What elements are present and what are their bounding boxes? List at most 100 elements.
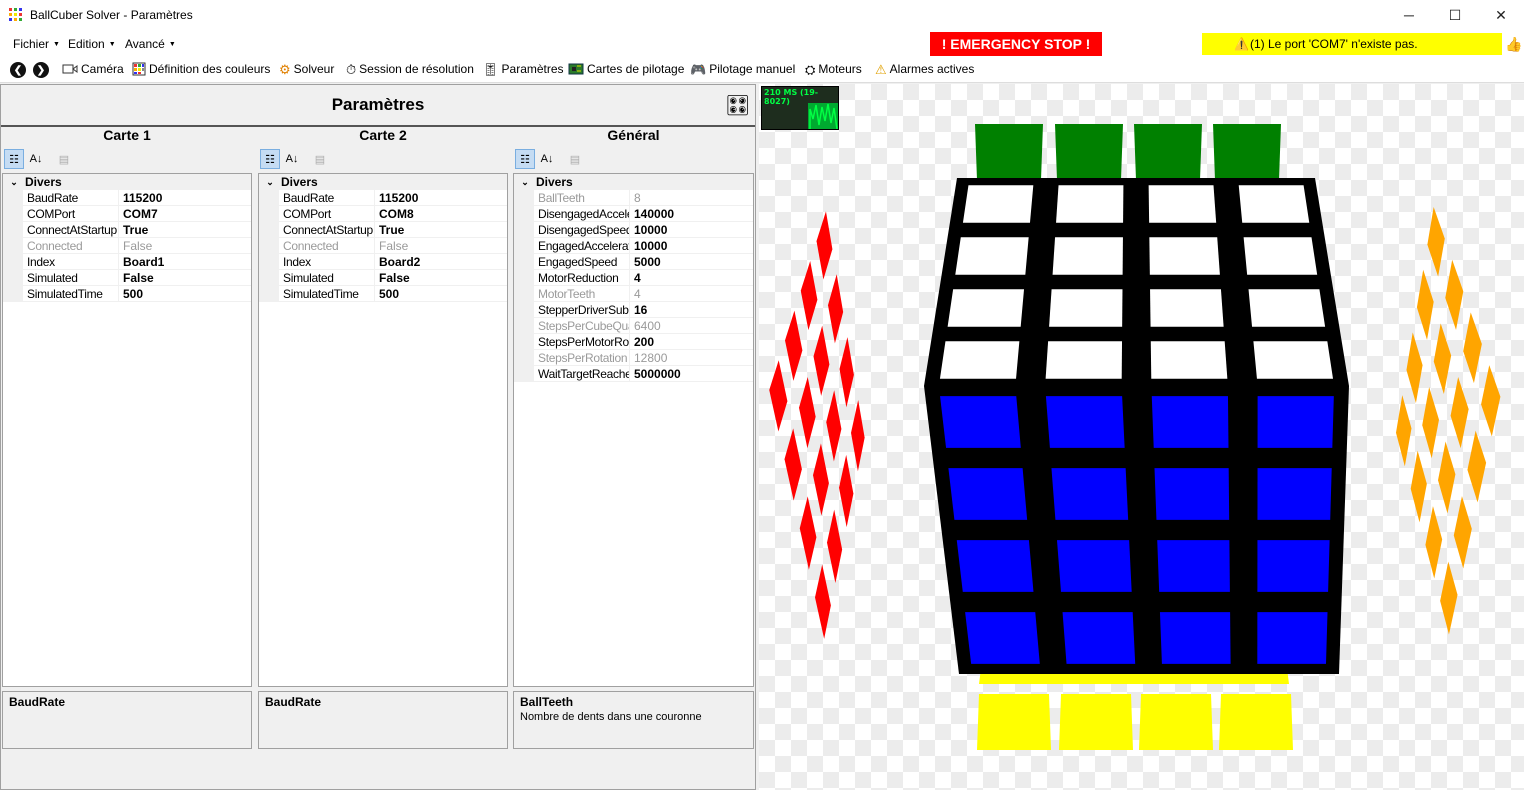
property-value[interactable]: COM8: [375, 206, 414, 221]
property-row[interactable]: COMPort COM7: [3, 206, 251, 222]
property-value: 12800: [634, 351, 668, 365]
property-row[interactable]: SimulatedTime 500: [259, 286, 507, 302]
property-grid-card2[interactable]: ⌄ Divers BaudRate 115200 COMPort COM8 ConnectA…: [258, 173, 508, 687]
toolbar-parameters[interactable]: 🎚 Paramètres: [482, 62, 564, 76]
cube-sticker-front: [1157, 540, 1230, 592]
property-row[interactable]: StepsPerRotation 12800: [514, 350, 753, 366]
property-row[interactable]: Simulated False: [3, 270, 251, 286]
property-grid-card1[interactable]: ⌄ Divers BaudRate 115200 COMPort COM7 ConnectA…: [2, 173, 252, 687]
toolbar-color-definition[interactable]: Définition des couleurs: [132, 62, 270, 76]
property-row[interactable]: BaudRate 115200: [3, 190, 251, 206]
property-row[interactable]: MotorTeeth 4: [514, 286, 753, 302]
property-row[interactable]: MotorReduction 4: [514, 270, 753, 286]
toolbar-solver[interactable]: ⚙ Solveur: [279, 62, 334, 76]
property-row[interactable]: WaitTargetReache 5000000: [514, 366, 753, 382]
thumbs-up-icon[interactable]: 👍: [1505, 36, 1522, 53]
categorized-view-icon[interactable]: ☷: [515, 149, 535, 169]
cube-sticker-left: [800, 261, 818, 331]
property-grid-general[interactable]: ⌄ Divers BallTeeth 8 DisengagedAccele 140000 D…: [513, 173, 754, 687]
property-value[interactable]: COM7: [119, 206, 158, 221]
sort-alphabetical-icon[interactable]: A↓: [537, 149, 557, 169]
property-value[interactable]: 16: [630, 302, 647, 317]
property-row[interactable]: Connected False: [259, 238, 507, 254]
property-pages-icon[interactable]: ▤: [54, 149, 74, 169]
chevron-down-icon[interactable]: ⌄: [259, 177, 281, 188]
cube-sticker-right: [1395, 395, 1412, 467]
property-name: MotorTeeth: [534, 286, 630, 301]
property-row[interactable]: DisengagedSpeed 10000: [514, 222, 753, 238]
category-header[interactable]: ⌄ Divers: [259, 174, 507, 190]
property-value[interactable]: 5000: [630, 254, 661, 269]
property-pages-icon[interactable]: ▤: [310, 149, 330, 169]
chevron-down-icon[interactable]: ⌄: [514, 177, 536, 188]
toolbar-manual-control[interactable]: 🎮 Pilotage manuel: [690, 62, 795, 76]
property-value[interactable]: 200: [630, 334, 654, 349]
toolbar-active-alarms[interactable]: ⚠ Alarmes actives: [875, 62, 974, 76]
property-value[interactable]: 500: [375, 286, 399, 301]
property-row[interactable]: EngagedSpeed 5000: [514, 254, 753, 270]
sort-alphabetical-icon[interactable]: A↓: [26, 149, 46, 169]
property-value[interactable]: 4: [630, 270, 641, 285]
property-value[interactable]: 10000: [630, 238, 667, 253]
categorized-view-icon[interactable]: ☷: [4, 149, 24, 169]
cube-3d-view[interactable]: [759, 84, 1524, 790]
property-row[interactable]: Simulated False: [259, 270, 507, 286]
chevron-down-icon[interactable]: ⌄: [3, 177, 25, 188]
minimize-button[interactable]: ─: [1386, 0, 1432, 30]
property-value[interactable]: True: [375, 222, 404, 237]
property-row[interactable]: StepperDriverSubS 16: [514, 302, 753, 318]
cube-sticker-front: [1151, 396, 1229, 448]
category-header[interactable]: ⌄ Divers: [3, 174, 251, 190]
property-row[interactable]: SimulatedTime 500: [3, 286, 251, 302]
menu-fichier[interactable]: Fichier ▼: [13, 37, 60, 51]
property-value[interactable]: 115200: [119, 190, 162, 205]
property-value[interactable]: 115200: [375, 190, 418, 205]
property-row[interactable]: ConnectAtStartup True: [3, 222, 251, 238]
property-row[interactable]: COMPort COM8: [259, 206, 507, 222]
property-row[interactable]: Index Board2: [259, 254, 507, 270]
toolbar-label: Définition des couleurs: [149, 62, 271, 76]
property-row[interactable]: EngagedAcceleratio 10000: [514, 238, 753, 254]
toolbar-session[interactable]: ⏱ Session de résolution: [346, 62, 474, 76]
toolbar-camera[interactable]: Caméra: [62, 62, 124, 76]
property-row[interactable]: Connected False: [3, 238, 251, 254]
warning-icon: ⚠: [875, 61, 887, 77]
property-value[interactable]: False: [119, 270, 154, 285]
maximize-button[interactable]: ☐: [1432, 0, 1478, 30]
sort-alphabetical-icon[interactable]: A↓: [282, 149, 302, 169]
property-pages-icon[interactable]: ▤: [565, 149, 585, 169]
categorized-view-icon[interactable]: ☷: [260, 149, 280, 169]
property-row[interactable]: DisengagedAccele 140000: [514, 206, 753, 222]
category-header[interactable]: ⌄ Divers: [514, 174, 753, 190]
emergency-stop-button[interactable]: ! EMERGENCY STOP !: [930, 32, 1102, 56]
property-value[interactable]: 10000: [630, 222, 667, 237]
alarm-banner[interactable]: ⚠️ (1) Le port 'COM7' n'existe pas.: [1202, 33, 1502, 55]
menu-edition[interactable]: Edition ▼: [68, 37, 116, 51]
toolbar-boards[interactable]: Cartes de pilotage: [568, 62, 684, 76]
back-arrow-icon[interactable]: ❮: [10, 62, 26, 78]
property-row[interactable]: BallTeeth 8: [514, 190, 753, 206]
property-row[interactable]: StepsPerCubeQuar 6400: [514, 318, 753, 334]
row-gutter: [3, 222, 23, 237]
property-value[interactable]: Board2: [375, 254, 420, 269]
cube-viewport[interactable]: 210 MS (19-8027): [759, 84, 1524, 790]
property-value[interactable]: False: [375, 270, 410, 285]
property-name: SimulatedTime: [23, 286, 119, 301]
toolbar-motors[interactable]: ⛭ Moteurs: [805, 62, 862, 76]
cube-sticker-left: [813, 325, 830, 396]
property-value[interactable]: 140000: [630, 206, 674, 221]
property-row[interactable]: ConnectAtStartup True: [259, 222, 507, 238]
close-button[interactable]: ✕: [1478, 0, 1524, 30]
property-row[interactable]: BaudRate 115200: [259, 190, 507, 206]
property-value[interactable]: Board1: [119, 254, 164, 269]
gears-icon: ⚙: [279, 61, 291, 77]
property-value[interactable]: 5000000: [630, 366, 681, 381]
property-row[interactable]: StepsPerMotorRota 200: [514, 334, 753, 350]
sliders-icon[interactable]: 🎛: [725, 93, 750, 118]
property-value[interactable]: True: [119, 222, 148, 237]
property-row[interactable]: Index Board1: [3, 254, 251, 270]
menu-avance[interactable]: Avancé ▼: [125, 37, 176, 51]
row-gutter: [514, 270, 534, 285]
forward-arrow-icon[interactable]: ❯: [33, 62, 49, 78]
property-value[interactable]: 500: [119, 286, 143, 301]
